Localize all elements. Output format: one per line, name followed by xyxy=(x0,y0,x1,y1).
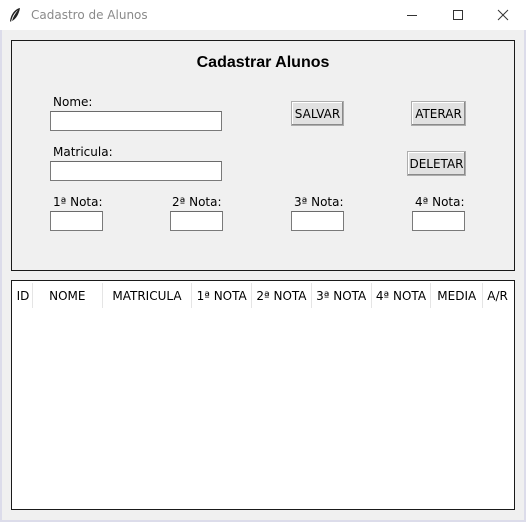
nome-input[interactable] xyxy=(50,111,222,131)
column-header-id[interactable]: ID xyxy=(14,283,33,308)
minimize-icon xyxy=(407,15,417,16)
title-bar[interactable]: Cadastro de Alunos xyxy=(0,0,526,30)
column-header-nota4[interactable]: 4ª NOTA xyxy=(372,283,432,308)
nota4-input[interactable] xyxy=(412,211,465,231)
nota4-label: 4ª Nota: xyxy=(415,195,465,209)
maximize-icon xyxy=(453,10,463,20)
close-button[interactable] xyxy=(480,0,526,30)
window-client-area: Cadastrar Alunos Nome: Matricula: SALVAR… xyxy=(2,30,524,520)
column-header-nota2[interactable]: 2ª NOTA xyxy=(252,283,312,308)
maximize-button[interactable] xyxy=(435,0,481,30)
nota1-input[interactable] xyxy=(50,211,103,231)
nota1-label: 1ª Nota: xyxy=(53,195,103,209)
minimize-button[interactable] xyxy=(389,0,435,30)
deletar-button[interactable]: DELETAR xyxy=(407,151,466,176)
nota2-input[interactable] xyxy=(170,211,223,231)
form-heading: Cadastrar Alunos xyxy=(196,54,330,71)
nota3-label: 3ª Nota: xyxy=(294,195,344,209)
aterar-button[interactable]: ATERAR xyxy=(411,101,466,126)
column-header-ar[interactable]: A/R xyxy=(483,283,512,308)
column-header-nota3[interactable]: 3ª NOTA xyxy=(312,283,372,308)
salvar-button[interactable]: SALVAR xyxy=(291,101,344,126)
column-header-matricula[interactable]: MATRICULA xyxy=(103,283,193,308)
nota2-label: 2ª Nota: xyxy=(172,195,222,209)
window-title: Cadastro de Alunos xyxy=(31,8,148,22)
column-header-nome[interactable]: NOME xyxy=(33,283,103,308)
feather-icon xyxy=(10,8,20,22)
table-body[interactable] xyxy=(14,308,512,507)
form-frame: Cadastrar Alunos Nome: Matricula: SALVAR… xyxy=(11,40,515,271)
nota3-input[interactable] xyxy=(291,211,344,231)
students-table[interactable]: ID NOME MATRICULA 1ª NOTA 2ª NOTA 3ª NOT… xyxy=(11,280,515,510)
matricula-input[interactable] xyxy=(50,161,222,181)
nome-label: Nome: xyxy=(53,95,93,109)
column-header-media[interactable]: MEDIA xyxy=(431,283,484,308)
column-header-nota1[interactable]: 1ª NOTA xyxy=(192,283,253,308)
close-icon xyxy=(497,9,509,21)
table-header: ID NOME MATRICULA 1ª NOTA 2ª NOTA 3ª NOT… xyxy=(14,283,512,308)
matricula-label: Matricula: xyxy=(53,145,113,159)
